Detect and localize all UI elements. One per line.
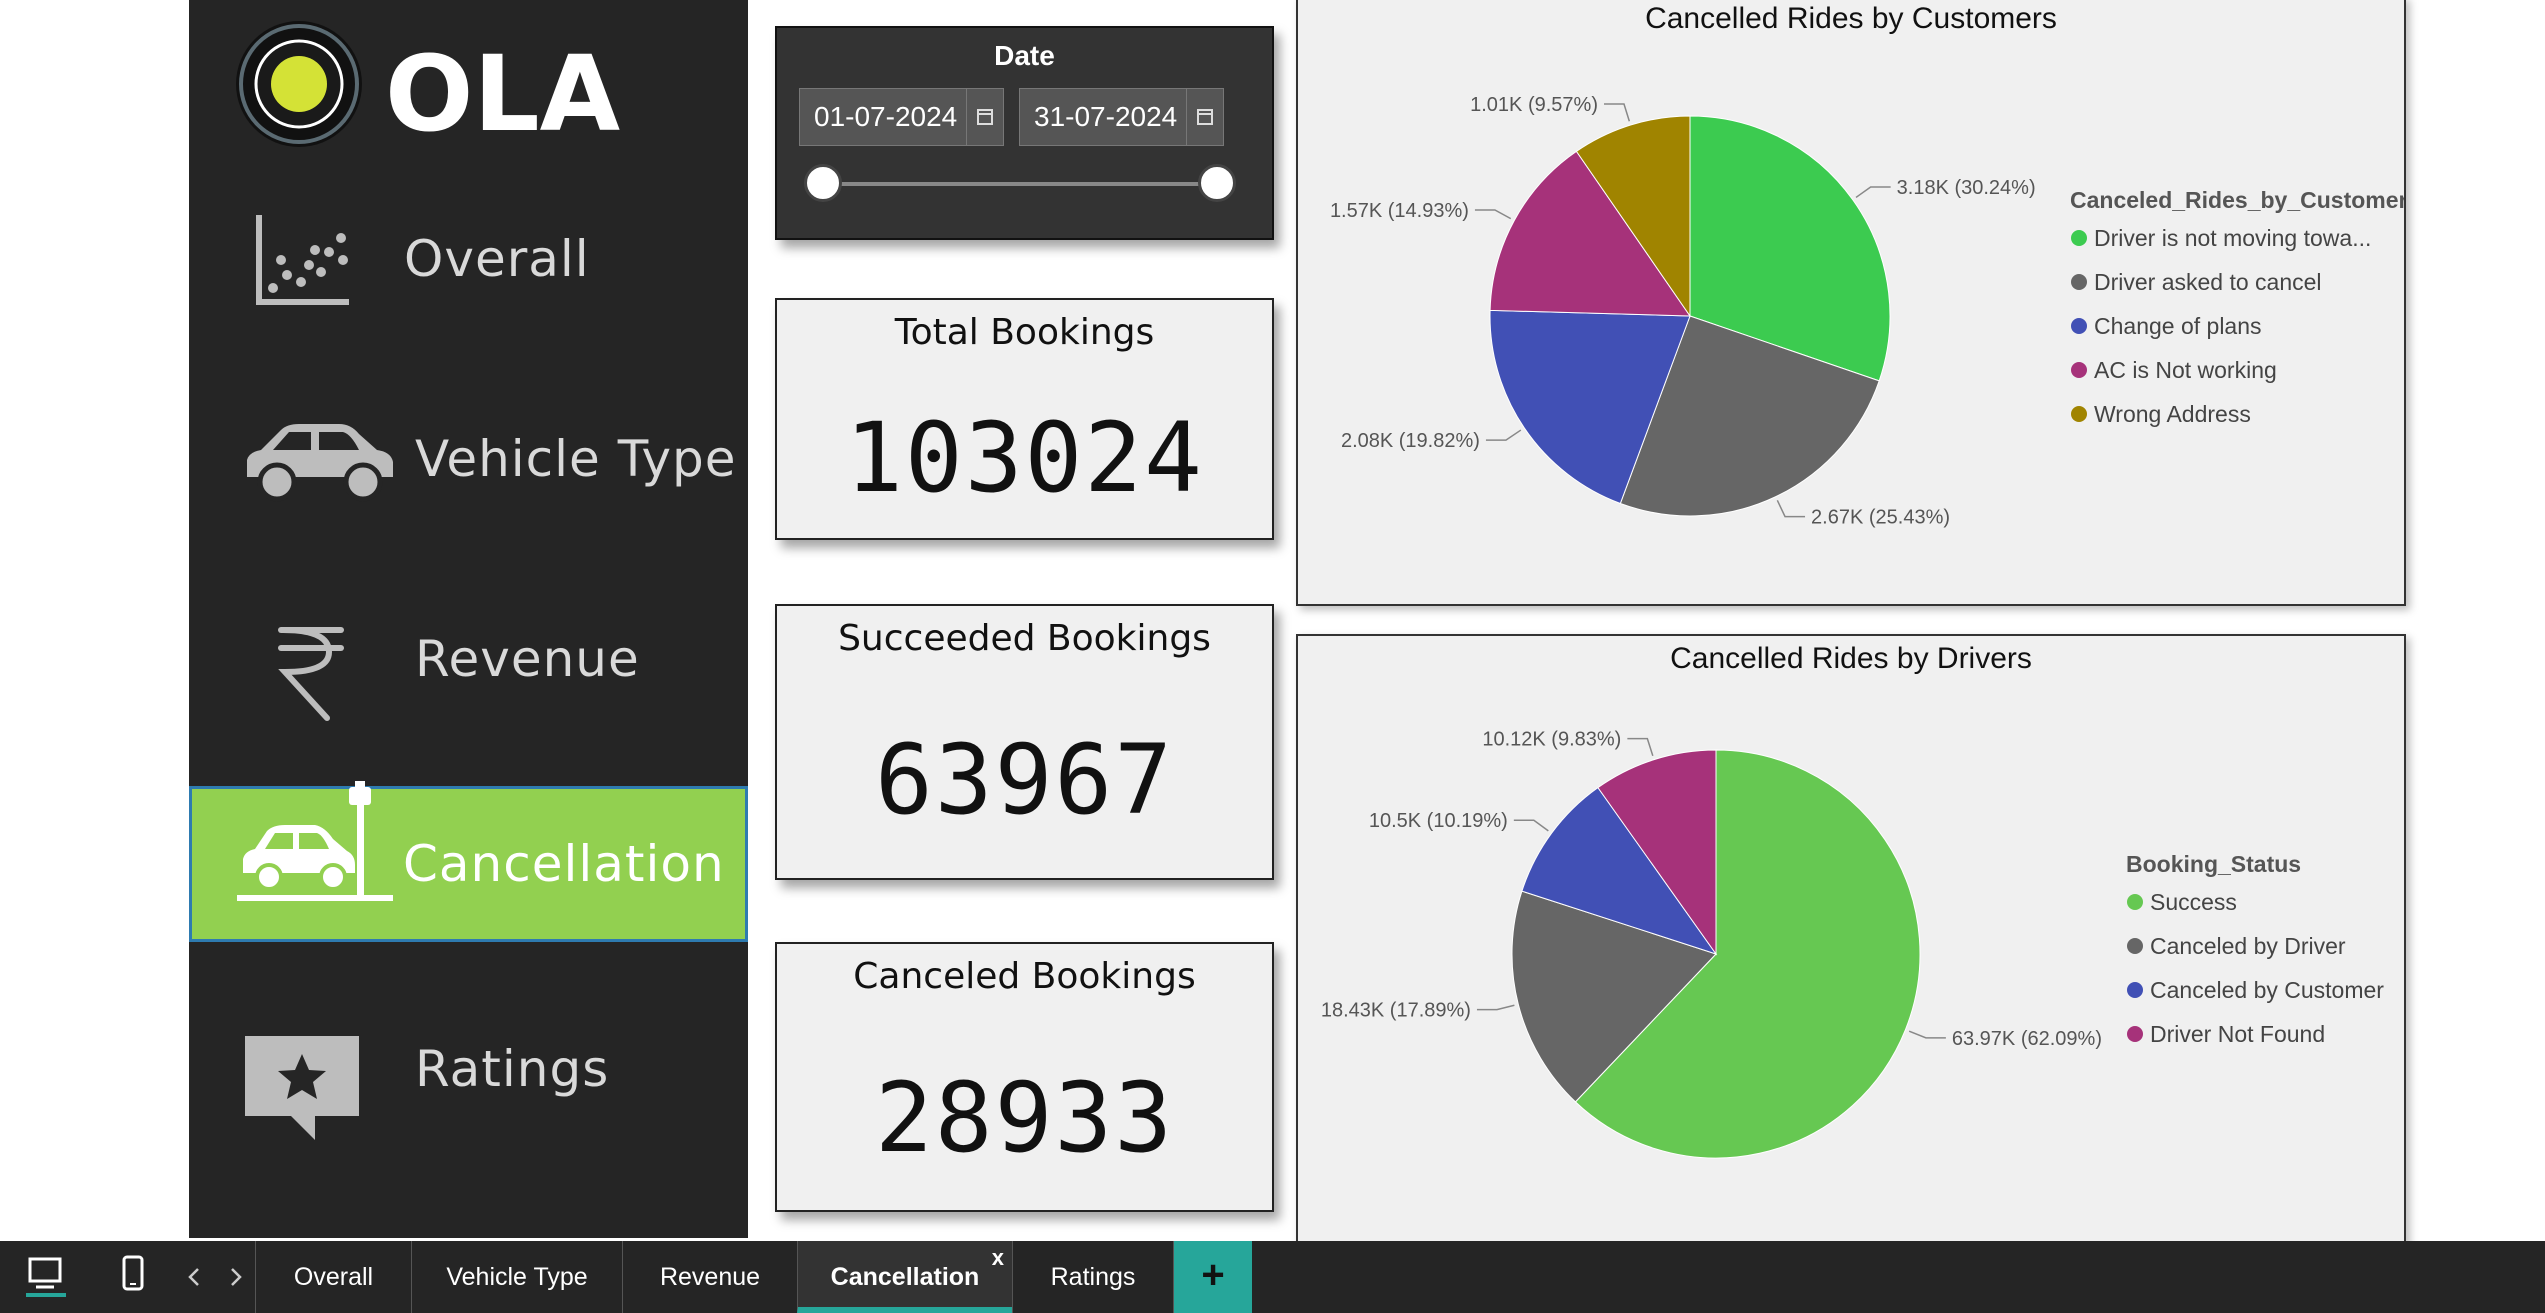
- kpi-value: 28933: [875, 1062, 1174, 1174]
- nav-label-overall: Overall: [404, 230, 590, 288]
- legend-item[interactable]: Change of plans: [2094, 313, 2262, 339]
- tab-overall[interactable]: Overall: [255, 1241, 411, 1313]
- start-date-field[interactable]: 01-07-2024: [799, 88, 1004, 146]
- legend-marker: [2127, 938, 2143, 954]
- legend-marker: [2127, 894, 2143, 910]
- legend-item[interactable]: Driver asked to cancel: [2094, 269, 2322, 295]
- kpi-card-canceled-bookings: Canceled Bookings 28933: [775, 942, 1274, 1212]
- pie-chart-panel-drivers: Cancelled Rides by Drivers 63.97K (62.09…: [1296, 634, 2406, 1244]
- leader-line: [1474, 209, 1512, 220]
- tab-ratings[interactable]: Ratings: [1012, 1241, 1174, 1313]
- leader-line: [1908, 1030, 1946, 1039]
- scatter-plot-icon: [256, 215, 349, 305]
- brand-text: OLA: [385, 33, 620, 153]
- leader-line: [1627, 737, 1654, 757]
- legend-item[interactable]: Driver Not Found: [2150, 1021, 2325, 1047]
- data-label: 63.97K (62.09%): [1952, 1028, 2102, 1050]
- next-page-icon[interactable]: [228, 1265, 244, 1289]
- leader-line: [1485, 429, 1522, 441]
- date-range-start-handle[interactable]: [804, 164, 842, 202]
- star-chat-icon: [245, 1036, 359, 1140]
- calendar-icon[interactable]: [966, 89, 1003, 145]
- pie-chart-panel-customers: Cancelled Rides by Customers 3.18K (30.2…: [1296, 0, 2406, 606]
- legend-marker: [2071, 406, 2087, 422]
- ola-logo: OLA: [235, 18, 635, 155]
- tab-label: Overall: [293, 1263, 374, 1291]
- rupee-icon: [278, 627, 344, 721]
- legend-marker: [2071, 362, 2087, 378]
- legend-marker: [2127, 982, 2143, 998]
- legend-title: Canceled_Rides_by_Customer: [2070, 187, 2404, 213]
- calendar-icon[interactable]: [1186, 89, 1223, 145]
- previous-page-icon[interactable]: [186, 1265, 202, 1289]
- nav-item-vehicle-type[interactable]: Vehicle Type: [189, 380, 748, 540]
- tab-label: Cancellation: [830, 1263, 980, 1291]
- add-page-button[interactable]: +: [1174, 1241, 1252, 1313]
- nav-label-cancellation: Cancellation: [403, 835, 725, 893]
- kpi-value: 63967: [875, 724, 1174, 836]
- desktop-view-icon[interactable]: [26, 1255, 66, 1299]
- pie-chart-drivers: 63.97K (62.09%) 18.43K (17.89%) 10.5K (10.…: [1321, 729, 2384, 1159]
- car-crash-icon: [237, 781, 393, 901]
- page-tab-bar: Overall Vehicle Type Revenue Cancellatio…: [0, 1241, 2545, 1313]
- date-range-track: [827, 182, 1222, 186]
- legend-item[interactable]: Canceled by Driver: [2150, 933, 2346, 959]
- kpi-value: 103024: [845, 402, 1204, 514]
- nav-label-revenue: Revenue: [415, 630, 640, 688]
- car-icon: [247, 424, 393, 502]
- kpi-card-succeeded-bookings: Succeeded Bookings 63967: [775, 604, 1274, 880]
- legend-item[interactable]: Success: [2150, 889, 2237, 915]
- tab-vehicle-type[interactable]: Vehicle Type: [411, 1241, 622, 1313]
- kpi-title: Succeeded Bookings: [838, 618, 1211, 659]
- kpi-title: Canceled Bookings: [853, 956, 1196, 997]
- date-range-end-handle[interactable]: [1198, 164, 1236, 202]
- legend-title: Booking_Status: [2126, 851, 2301, 877]
- data-label: 3.18K (30.24%): [1897, 177, 2036, 199]
- data-label: 1.57K (14.93%): [1330, 200, 1469, 222]
- nav-item-ratings[interactable]: Ratings: [189, 990, 748, 1150]
- legend-item[interactable]: Wrong Address: [2094, 401, 2251, 427]
- tab-cancellation[interactable]: Cancellation x: [797, 1241, 1012, 1313]
- nav-label-ratings: Ratings: [415, 1040, 610, 1098]
- start-date-value: 01-07-2024: [814, 101, 958, 132]
- data-label: 18.43K (17.89%): [1321, 1000, 1471, 1022]
- close-tab-icon[interactable]: x: [992, 1245, 1004, 1271]
- tab-label: Ratings: [1050, 1263, 1136, 1291]
- end-date-field[interactable]: 31-07-2024: [1019, 88, 1224, 146]
- leader-line: [1855, 186, 1891, 199]
- legend-marker: [2071, 230, 2087, 246]
- leader-line: [1476, 1004, 1515, 1011]
- legend-marker: [2071, 274, 2087, 290]
- date-slicer-title: Date: [994, 40, 1055, 71]
- legend-marker: [2127, 1026, 2143, 1042]
- leader-line: [1513, 819, 1549, 832]
- data-label: 10.5K (10.19%): [1369, 810, 1508, 832]
- data-label: 2.67K (25.43%): [1811, 507, 1950, 529]
- kpi-card-total-bookings: Total Bookings 103024: [775, 298, 1274, 540]
- nav-item-overall[interactable]: Overall: [189, 180, 748, 340]
- tab-label: Vehicle Type: [446, 1263, 588, 1291]
- data-label: 10.12K (9.83%): [1482, 729, 1621, 751]
- leader-line: [1603, 103, 1631, 122]
- data-label: 1.01K (9.57%): [1470, 94, 1598, 116]
- legend-item[interactable]: AC is Not working: [2094, 357, 2277, 383]
- tab-revenue[interactable]: Revenue: [622, 1241, 797, 1313]
- end-date-value: 31-07-2024: [1034, 101, 1178, 132]
- nav-item-cancellation[interactable]: Cancellation: [189, 781, 748, 942]
- data-label: 2.08K (19.82%): [1341, 430, 1480, 452]
- mobile-view-icon[interactable]: [118, 1253, 148, 1297]
- kpi-title: Total Bookings: [894, 312, 1155, 353]
- legend-item[interactable]: Canceled by Customer: [2150, 977, 2384, 1003]
- legend-marker: [2071, 318, 2087, 334]
- date-slicer: Date 01-07-2024 31-07-2024: [775, 26, 1274, 240]
- pie-chart-customers: 3.18K (30.24%) 2.67K (25.43%) 2.08K (19.82…: [1330, 94, 2404, 529]
- leader-line: [1776, 500, 1806, 518]
- tab-label: Revenue: [659, 1263, 761, 1291]
- legend-item[interactable]: Driver is not moving towa...: [2094, 225, 2371, 251]
- nav-item-revenue[interactable]: Revenue: [189, 580, 748, 740]
- nav-label-vehicle-type: Vehicle Type: [415, 430, 737, 488]
